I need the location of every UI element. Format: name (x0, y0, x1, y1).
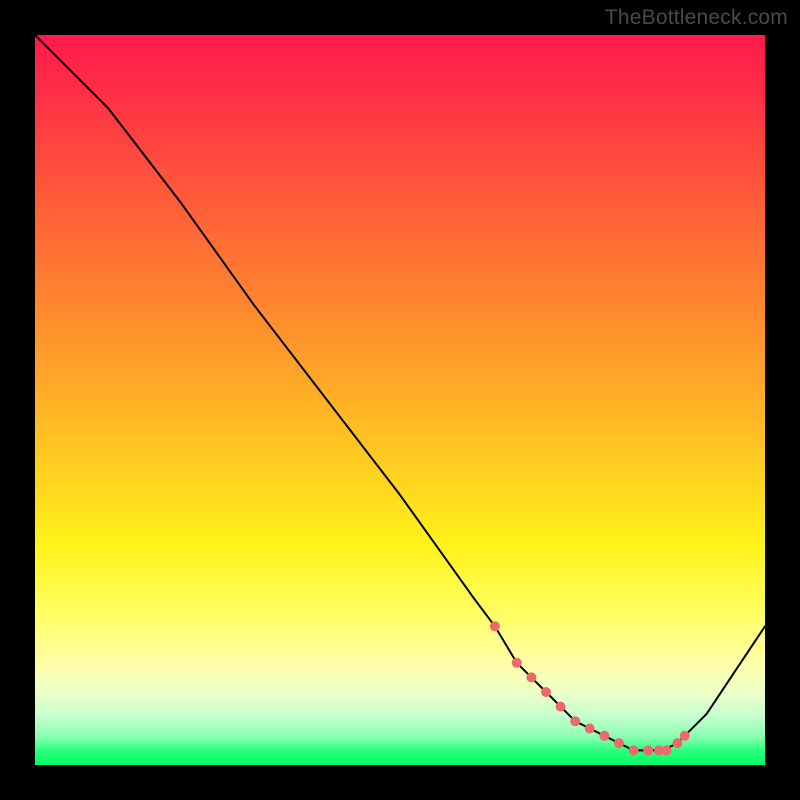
marker-dot (680, 731, 690, 741)
marker-group (490, 621, 690, 755)
marker-dot (570, 716, 580, 726)
marker-dot (541, 687, 551, 697)
plot-area (35, 35, 765, 765)
marker-dot (662, 745, 672, 755)
attribution-text: TheBottleneck.com (605, 6, 788, 30)
marker-dot (490, 621, 500, 631)
marker-dot (672, 738, 682, 748)
marker-dot (614, 738, 624, 748)
curve-line (35, 35, 765, 750)
marker-dot (556, 702, 566, 712)
chart-svg (35, 35, 765, 765)
marker-dot (599, 731, 609, 741)
chart-frame: TheBottleneck.com (0, 0, 800, 800)
marker-dot (512, 658, 522, 668)
marker-dot (526, 672, 536, 682)
marker-dot (643, 745, 653, 755)
marker-dot (629, 745, 639, 755)
marker-dot (585, 724, 595, 734)
